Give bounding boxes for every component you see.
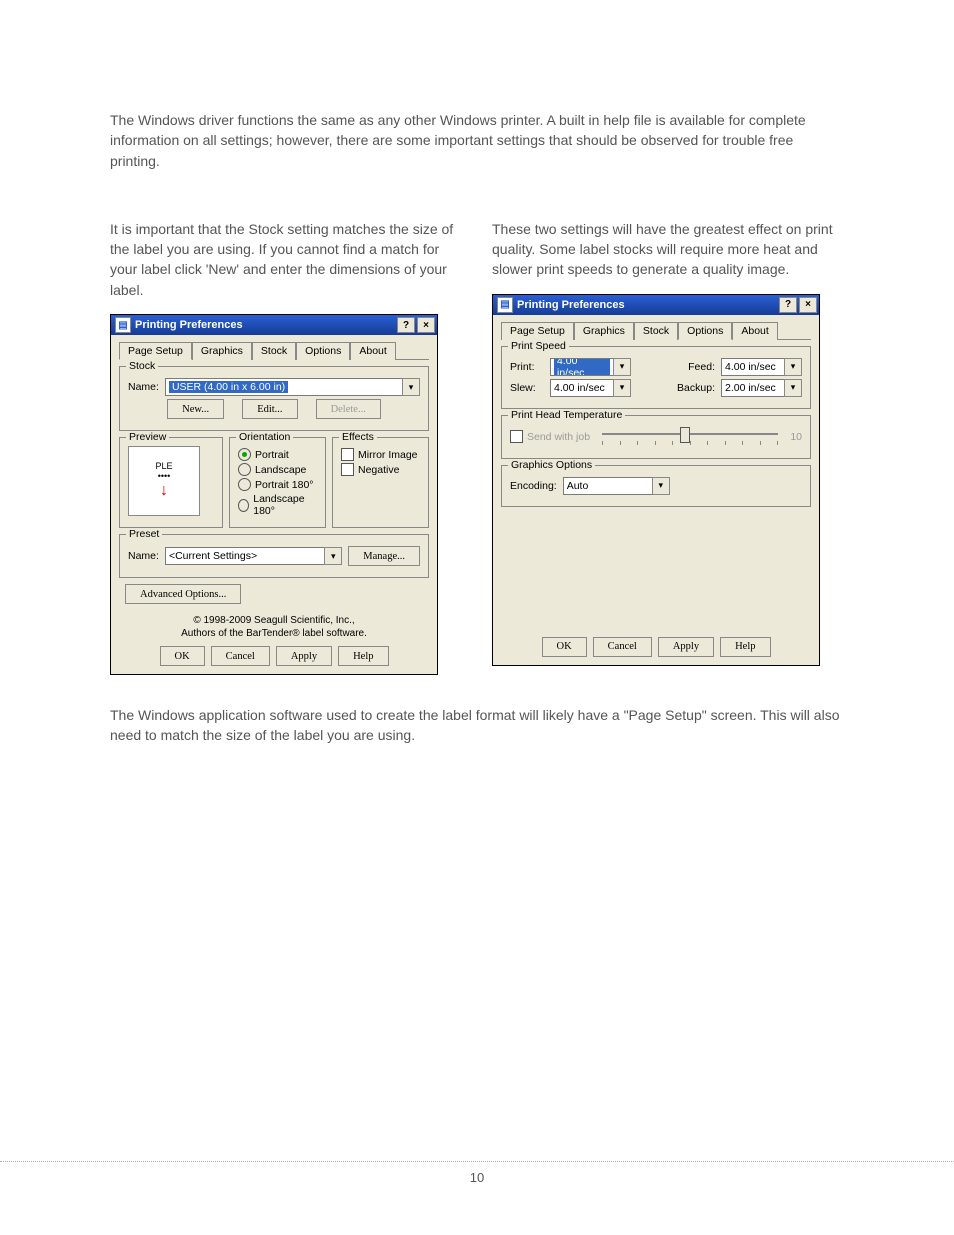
left-caption: It is important that the Stock setting m… [110,219,462,300]
chevron-down-icon[interactable]: ▾ [402,378,420,396]
manage-button[interactable]: Manage... [348,546,420,566]
stock-name-label: Name: [128,381,159,393]
tab-strip: Page Setup Graphics Stock Options About [119,341,429,360]
feed-speed-select[interactable]: 4.00 in/sec ▾ [721,358,802,376]
tab-stock[interactable]: Stock [252,342,296,360]
tab-page-setup[interactable]: Page Setup [119,342,192,360]
chevron-down-icon[interactable]: ▾ [652,477,670,495]
orientation-group: Orientation Portrait Landscape Portrait … [229,437,326,528]
close-button[interactable]: × [417,317,435,333]
options-dialog: ▤ Printing Preferences ? × Page Setup Gr… [492,294,820,666]
chevron-down-icon[interactable]: ▾ [784,379,802,397]
dialog-icon: ▤ [115,317,131,333]
right-caption: These two settings will have the greates… [492,219,844,280]
tab-strip: Page Setup Graphics Stock Options About [501,321,811,340]
cancel-button[interactable]: Cancel [593,637,652,657]
arrow-down-icon: ↓ [160,482,168,500]
cancel-button[interactable]: Cancel [211,646,270,666]
tab-options[interactable]: Options [296,342,350,360]
credit-text: © 1998-2009 Seagull Scientific, Inc., Au… [119,614,429,640]
graphics-options-group: Graphics Options Encoding: Auto ▾ [501,465,811,507]
radio-portrait-180[interactable]: Portrait 180° [238,478,317,491]
ok-button[interactable]: OK [160,646,205,666]
preset-select[interactable]: <Current Settings> ▾ [165,547,342,565]
intro-paragraph: The Windows driver functions the same as… [110,110,844,171]
chevron-down-icon[interactable]: ▾ [613,358,631,376]
tab-stock[interactable]: Stock [634,322,678,340]
stock-legend: Stock [126,360,158,372]
chevron-down-icon[interactable]: ▾ [324,547,342,565]
edit-button[interactable]: Edit... [242,399,297,419]
dialog-icon: ▤ [497,297,513,313]
apply-button[interactable]: Apply [276,646,332,666]
check-send-with-job[interactable]: Send with job [510,430,590,443]
encoding-select[interactable]: Auto ▾ [563,477,670,495]
check-negative[interactable]: Negative [341,463,420,476]
tab-about[interactable]: About [732,322,777,340]
help-button[interactable]: ? [397,317,415,333]
backup-label: Backup: [677,382,715,394]
dialog-title: Printing Preferences [135,319,243,331]
encoding-label: Encoding: [510,480,557,492]
preview-image: PLE •••• ↓ [128,446,200,516]
dialog-title: Printing Preferences [517,299,625,311]
slew-speed-select[interactable]: 4.00 in/sec ▾ [550,379,631,397]
radio-landscape[interactable]: Landscape [238,463,317,476]
delete-button[interactable]: Delete... [316,399,381,419]
page-setup-dialog: ▤ Printing Preferences ? × Page Setup Gr… [110,314,438,675]
temperature-slider[interactable] [602,427,778,447]
tab-page-setup[interactable]: Page Setup [501,322,574,340]
tab-graphics[interactable]: Graphics [574,322,634,340]
tab-graphics[interactable]: Graphics [192,342,252,360]
slew-label: Slew: [510,382,544,394]
advanced-options-button[interactable]: Advanced Options... [125,584,241,604]
help-button-bottom[interactable]: Help [338,646,388,666]
radio-landscape-180[interactable]: Landscape 180° [238,493,317,517]
preset-group: Preset Name: <Current Settings> ▾ Manage… [119,534,429,578]
check-mirror[interactable]: Mirror Image [341,448,420,461]
apply-button[interactable]: Apply [658,637,714,657]
stock-group: Stock Name: USER (4.00 in x 6.00 in) ▾ N… [119,366,429,431]
tab-options[interactable]: Options [678,322,732,340]
page-number: 10 [0,1161,954,1185]
preset-name-label: Name: [128,550,159,562]
stock-select[interactable]: USER (4.00 in x 6.00 in) ▾ [165,378,420,396]
help-button-bottom[interactable]: Help [720,637,770,657]
chevron-down-icon[interactable]: ▾ [613,379,631,397]
outro-paragraph: The Windows application software used to… [110,705,844,746]
temperature-value: 10 [790,431,802,443]
print-label: Print: [510,361,544,373]
ok-button[interactable]: OK [542,637,587,657]
preview-group: Preview PLE •••• ↓ [119,437,223,528]
chevron-down-icon[interactable]: ▾ [784,358,802,376]
temperature-group: Print Head Temperature Send with job 10 [501,415,811,459]
close-button[interactable]: × [799,297,817,313]
tab-about[interactable]: About [350,342,395,360]
help-button[interactable]: ? [779,297,797,313]
new-button[interactable]: New... [167,399,224,419]
backup-speed-select[interactable]: 2.00 in/sec ▾ [721,379,802,397]
feed-label: Feed: [688,361,715,373]
radio-portrait[interactable]: Portrait [238,448,317,461]
print-speed-group: Print Speed Print: 4.00 in/sec ▾ Feed: 4… [501,346,811,409]
print-speed-select[interactable]: 4.00 in/sec ▾ [550,358,631,376]
effects-group: Effects Mirror Image Negative [332,437,429,528]
